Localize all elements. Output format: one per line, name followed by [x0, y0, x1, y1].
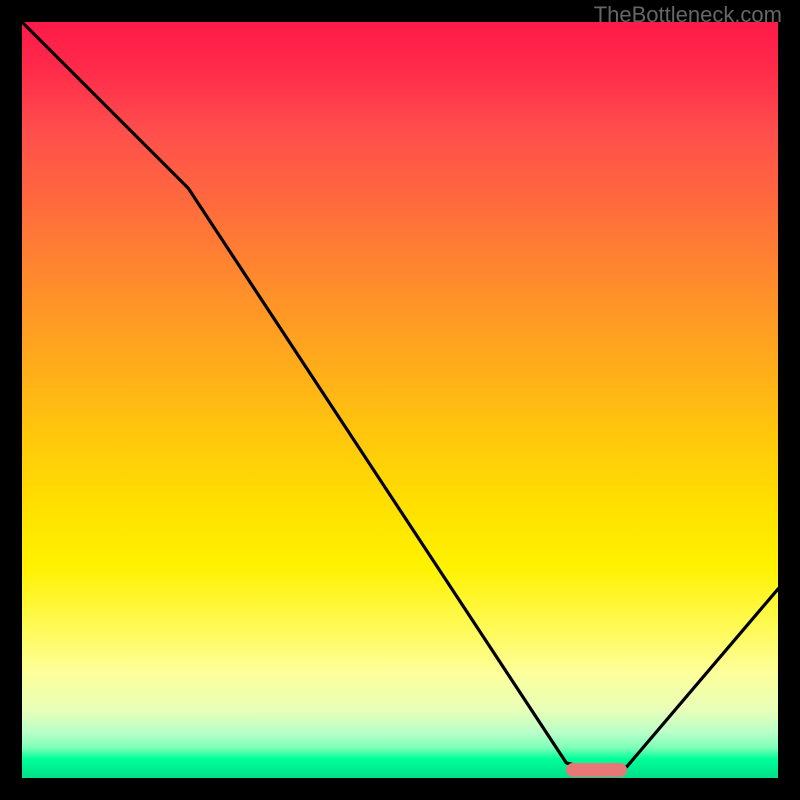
bottleneck-curve-path	[22, 22, 778, 770]
optimum-marker	[566, 763, 626, 777]
chart-plot-area	[22, 22, 778, 778]
watermark-text: TheBottleneck.com	[594, 2, 782, 28]
chart-line-svg	[22, 22, 778, 778]
